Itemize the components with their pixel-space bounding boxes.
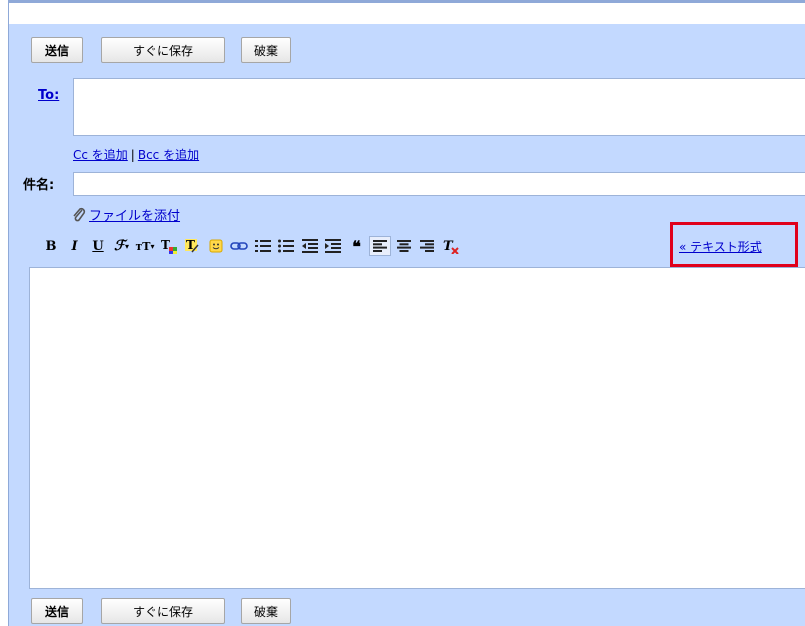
font-icon[interactable]: ℱ ▾ xyxy=(111,236,133,256)
svg-text:T: T xyxy=(161,238,170,252)
emoticon-icon[interactable] xyxy=(205,236,227,256)
send-button[interactable]: 送信 xyxy=(31,37,83,63)
cc-bcc-links: Cc を追加 | Bcc を追加 xyxy=(73,146,199,163)
indent-more-icon[interactable] xyxy=(322,236,344,256)
attach-file-link[interactable]: ファイルを添付 xyxy=(89,205,180,224)
save-now-button-bottom[interactable]: すぐに保存 xyxy=(101,598,225,624)
bold-icon[interactable]: B xyxy=(40,236,62,256)
quote-icon[interactable]: ❝ xyxy=(346,236,368,256)
subject-field[interactable] xyxy=(73,172,805,196)
discard-button-bottom[interactable]: 破棄 xyxy=(241,598,291,624)
save-now-button[interactable]: すぐに保存 xyxy=(101,37,225,63)
bullet-list-icon[interactable] xyxy=(275,236,297,256)
align-right-icon[interactable] xyxy=(416,236,438,256)
subject-label: 件名: xyxy=(23,178,55,193)
remove-formatting-icon[interactable]: T xyxy=(440,236,462,256)
italic-icon[interactable]: I xyxy=(64,236,86,256)
window-top-border xyxy=(8,0,805,3)
align-center-icon[interactable] xyxy=(393,236,415,256)
link-separator: | xyxy=(130,148,135,162)
message-body[interactable] xyxy=(29,267,805,589)
discard-button[interactable]: 破棄 xyxy=(241,37,291,63)
align-left-icon[interactable] xyxy=(369,236,391,256)
link-icon[interactable] xyxy=(228,236,250,256)
formatting-toolbar: B I U ℱ ▾ тT ▾ T T ❝ T xyxy=(40,235,463,257)
font-size-icon[interactable]: тT ▾ xyxy=(134,236,156,256)
add-bcc-link[interactable]: Bcc を追加 xyxy=(138,148,199,162)
svg-text:T: T xyxy=(443,239,454,254)
highlight-color-icon[interactable]: T xyxy=(181,236,203,256)
add-cc-link[interactable]: Cc を追加 xyxy=(73,148,128,162)
to-field[interactable] xyxy=(73,78,805,136)
indent-less-icon[interactable] xyxy=(299,236,321,256)
send-button-bottom[interactable]: 送信 xyxy=(31,598,83,624)
text-color-icon[interactable]: T xyxy=(158,236,180,256)
paperclip-icon xyxy=(72,207,86,223)
numbered-list-icon[interactable] xyxy=(252,236,274,256)
attach-file-row: ファイルを添付 xyxy=(72,205,180,224)
underline-icon[interactable]: U xyxy=(87,236,109,256)
highlight-box xyxy=(670,222,798,267)
to-label[interactable]: To: xyxy=(38,88,59,103)
